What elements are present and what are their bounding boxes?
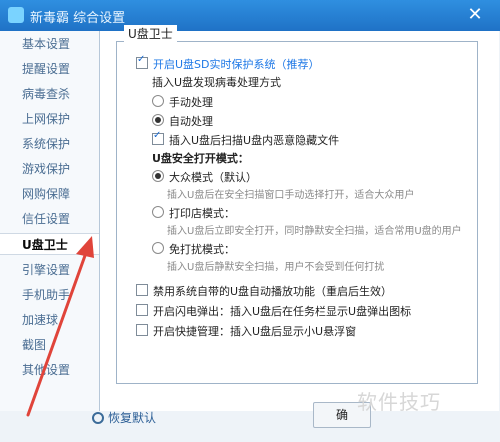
annotation-arrow-icon	[26, 236, 94, 417]
settings-window: 新毒霸 综合设置 ✕ 基本设置 提醒设置 病毒查杀 上网保护 系统保护 游戏保护…	[0, 0, 500, 442]
